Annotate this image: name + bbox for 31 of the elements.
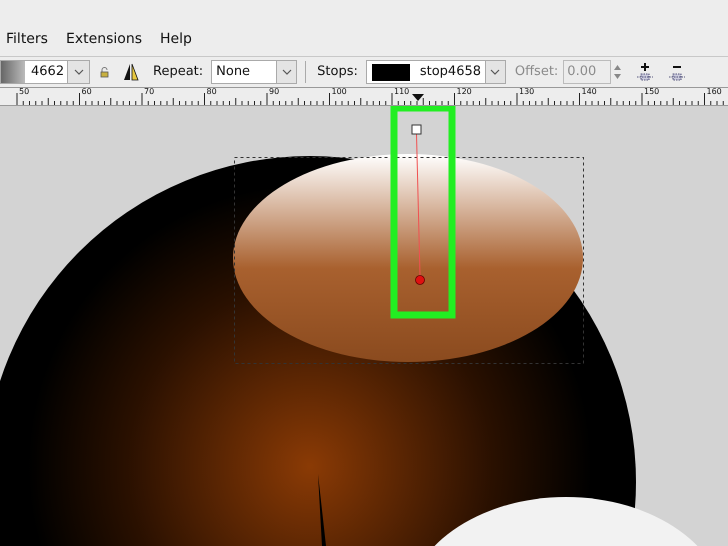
repeat-select[interactable]: None	[211, 60, 298, 84]
gradient-swatch	[1, 61, 25, 83]
gradient-select[interactable]: 4662	[0, 60, 90, 84]
stops-label: Stops:	[317, 63, 358, 82]
menu-item[interactable]: Filters	[6, 29, 48, 50]
repeat-label: Repeat:	[153, 63, 204, 82]
reverse-icon[interactable]	[123, 63, 139, 81]
ruler-label: 150	[644, 87, 660, 97]
menu-item[interactable]: Extensions	[66, 29, 142, 50]
offset-label: Offset:	[514, 63, 558, 82]
ruler-label: 130	[519, 87, 536, 97]
gradient-handle-line[interactable]	[412, 124, 425, 285]
lock-icon[interactable]	[100, 66, 109, 78]
ruler-label: 70	[144, 87, 156, 97]
spike-shape	[318, 474, 326, 546]
ruler-label: 120	[456, 87, 473, 97]
ruler-label: 160	[706, 87, 723, 97]
ruler-label: 50	[19, 87, 30, 97]
gradient-name: 4662	[31, 63, 66, 82]
ruler-label: 60	[82, 87, 93, 97]
ruler-label: 140	[582, 87, 598, 97]
ruler-label: 100	[332, 87, 348, 97]
ruler-label: 90	[269, 87, 280, 97]
ruler-label: 80	[206, 87, 218, 97]
ruler-label: 110	[394, 87, 410, 97]
caret-icon	[282, 69, 292, 75]
add-stop-icon[interactable]	[637, 62, 654, 82]
caret-icon	[490, 69, 500, 75]
menu-item[interactable]: Help	[160, 29, 192, 50]
stop-select[interactable]: stop4658	[366, 60, 506, 84]
caret-icon	[74, 69, 84, 75]
